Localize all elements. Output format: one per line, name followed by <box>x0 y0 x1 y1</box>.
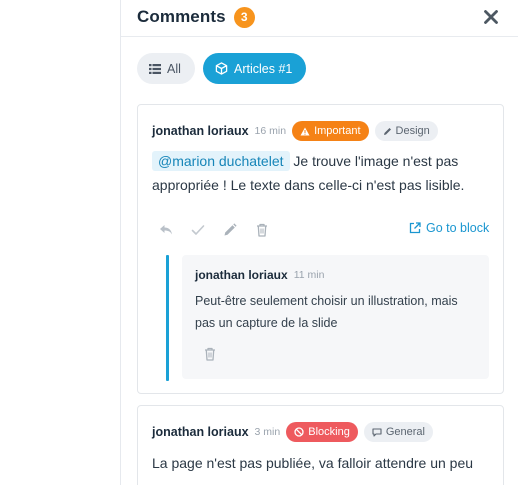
comment-meta: jonathan loriaux 3 min Blocking General <box>152 422 433 442</box>
external-link-icon <box>409 222 421 234</box>
reply-time: 11 min <box>293 269 325 281</box>
reply-button[interactable] <box>158 222 174 238</box>
priority-badge: Important <box>292 121 369 141</box>
reply-author: jonathan loriaux <box>195 268 288 282</box>
delete-button[interactable] <box>254 222 270 238</box>
priority-label: Important <box>314 125 361 137</box>
reply-delete-button[interactable] <box>202 346 218 362</box>
reply-meta: jonathan loriaux 11 min <box>195 268 324 282</box>
reply-thread-bar <box>166 255 169 381</box>
comment-text: @marion duchatelet Je trouve l'image n'e… <box>152 149 492 197</box>
close-button[interactable] <box>483 9 499 25</box>
comment-time: 3 min <box>254 426 281 438</box>
check-icon <box>191 225 205 235</box>
trash-icon <box>205 347 215 361</box>
priority-badge: Blocking <box>286 422 358 442</box>
trash-icon <box>257 223 267 237</box>
comment-actions <box>158 222 270 238</box>
go-to-block-label: Go to block <box>426 221 490 235</box>
category-label: Design <box>395 125 430 137</box>
comment-icon <box>372 427 382 437</box>
comment-meta: jonathan loriaux 16 min Important Design <box>152 121 438 141</box>
ban-icon <box>294 427 304 437</box>
close-icon <box>484 10 498 24</box>
filter-all-button[interactable]: All <box>137 53 195 84</box>
warning-icon <box>300 127 310 136</box>
filter-bar: All Articles #1 <box>137 53 306 84</box>
comments-panel: Comments 3 All Articles #1 jonathan lori… <box>121 0 518 485</box>
filter-articles-label: Articles #1 <box>234 61 293 76</box>
panel-header: Comments 3 <box>137 6 255 28</box>
list-icon <box>149 63 161 74</box>
mention-tag[interactable]: @marion duchatelet <box>152 151 290 171</box>
filter-all-label: All <box>167 61 181 76</box>
comment-author: jonathan loriaux <box>152 425 249 439</box>
go-to-block-link[interactable]: Go to block <box>409 221 489 235</box>
edit-icon <box>224 223 237 236</box>
header-divider <box>121 36 518 37</box>
reply-icon <box>160 225 172 235</box>
comment-text: La page n'est pas publiée, va falloir at… <box>152 455 474 471</box>
comment-card: jonathan loriaux 3 min Blocking General … <box>137 405 504 485</box>
comment-time: 16 min <box>254 125 287 137</box>
priority-label: Blocking <box>308 426 350 438</box>
reply-card: jonathan loriaux 11 min Peut-être seulem… <box>182 255 489 379</box>
pencil-icon <box>383 127 392 136</box>
comment-card: jonathan loriaux 16 min Important Design… <box>137 104 504 394</box>
edit-button[interactable] <box>222 222 238 238</box>
panel-title: Comments <box>137 7 226 26</box>
left-pane <box>0 0 121 485</box>
category-badge: General <box>363 422 433 442</box>
reply-text: Peut-être seulement choisir un illustrat… <box>195 294 458 330</box>
filter-articles-button[interactable]: Articles #1 <box>203 53 306 84</box>
category-label: General <box>385 426 425 438</box>
comment-count-badge: 3 <box>233 6 255 28</box>
cube-icon <box>215 62 228 75</box>
comment-author: jonathan loriaux <box>152 124 249 138</box>
resolve-button[interactable] <box>190 222 206 238</box>
category-badge: Design <box>374 121 438 141</box>
